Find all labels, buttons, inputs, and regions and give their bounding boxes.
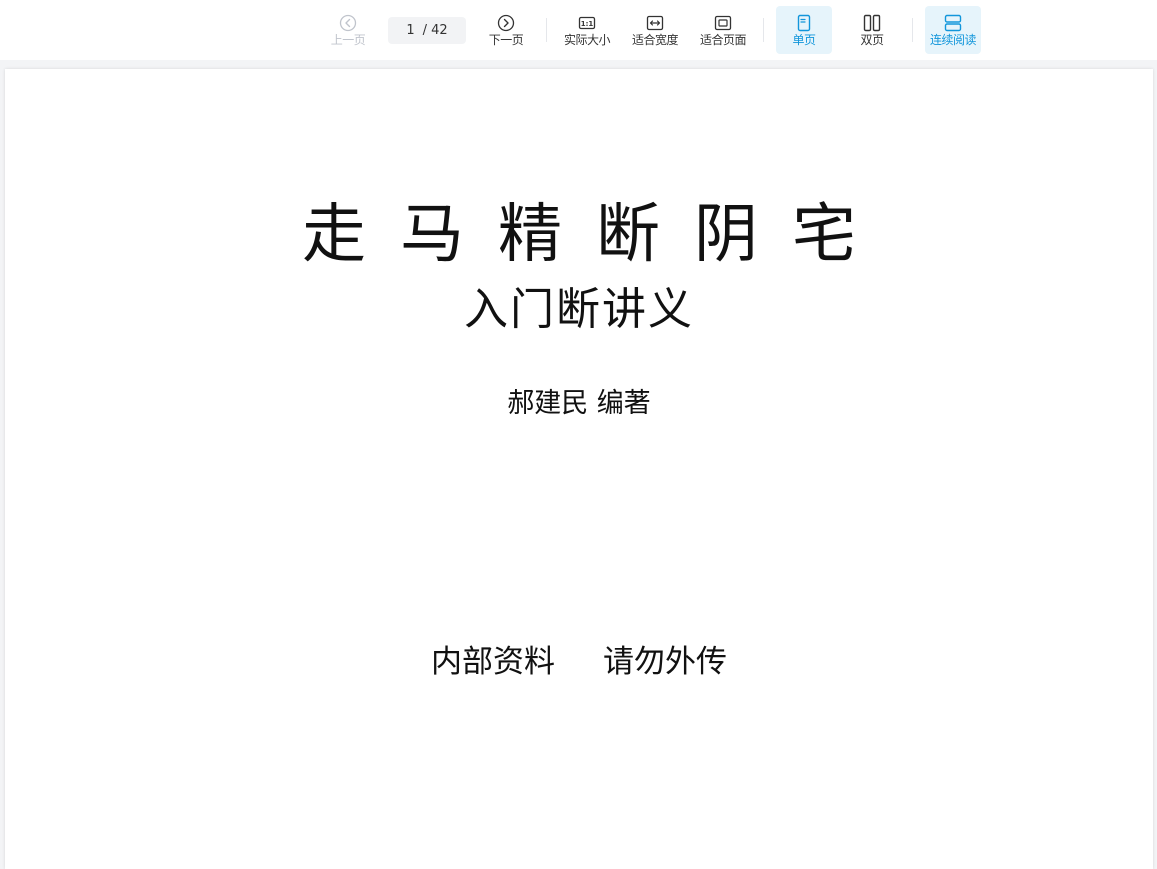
single-page-label: 单页	[792, 33, 816, 47]
note-internal: 内部资料	[431, 644, 555, 680]
actual-size-icon: 1:1	[578, 16, 596, 30]
document-note: 内部资料 请勿外传	[5, 642, 1153, 682]
actual-size-label: 实际大小	[563, 33, 611, 47]
continuous-read-icon	[944, 14, 962, 32]
prev-page-button[interactable]: 上一页	[327, 6, 369, 54]
page-current: 1	[406, 23, 415, 38]
chevron-right-circle-icon	[497, 14, 515, 32]
continuous-read-label: 连续阅读	[929, 33, 977, 47]
toolbar-divider	[763, 18, 764, 42]
double-page-icon	[863, 14, 881, 32]
double-page-label: 双页	[860, 33, 884, 47]
toolbar-divider	[912, 18, 913, 42]
page-number-field[interactable]: 1 / 42	[388, 17, 466, 44]
fit-width-button[interactable]: 适合宽度	[627, 6, 683, 54]
document-page: 走马精断阴宅 入门断讲义 郝建民 编著 内部资料 请勿外传	[5, 69, 1153, 869]
next-page-label: 下一页	[488, 33, 524, 47]
page-total: 42	[431, 23, 448, 38]
single-page-button[interactable]: 单页	[776, 6, 832, 54]
fit-width-icon	[646, 15, 664, 31]
single-page-icon	[797, 14, 811, 32]
fit-page-label: 适合页面	[699, 33, 747, 47]
svg-text:1:1: 1:1	[581, 20, 594, 28]
fit-page-button[interactable]: 适合页面	[695, 6, 751, 54]
continuous-read-button[interactable]: 连续阅读	[925, 6, 981, 54]
document-author: 郝建民 编著	[507, 388, 651, 419]
chevron-left-circle-icon	[339, 14, 357, 32]
note-confidential: 请勿外传	[603, 644, 727, 680]
actual-size-button[interactable]: 1:1 实际大小	[559, 6, 615, 54]
document-title: 走马精断阴宅	[302, 198, 890, 272]
toolbar-divider	[546, 18, 547, 42]
document-subtitle: 入门断讲义	[464, 284, 694, 335]
fit-page-icon	[714, 15, 732, 31]
next-page-button[interactable]: 下一页	[485, 6, 527, 54]
viewer-toolbar: 上一页 1 / 42 下一页 1:1 实际大小 适合宽度 适合页面 单页 双页 …	[0, 0, 1157, 60]
prev-page-label: 上一页	[330, 33, 366, 47]
page-separator: /	[422, 23, 428, 38]
double-page-button[interactable]: 双页	[844, 6, 900, 54]
fit-width-label: 适合宽度	[631, 33, 679, 47]
